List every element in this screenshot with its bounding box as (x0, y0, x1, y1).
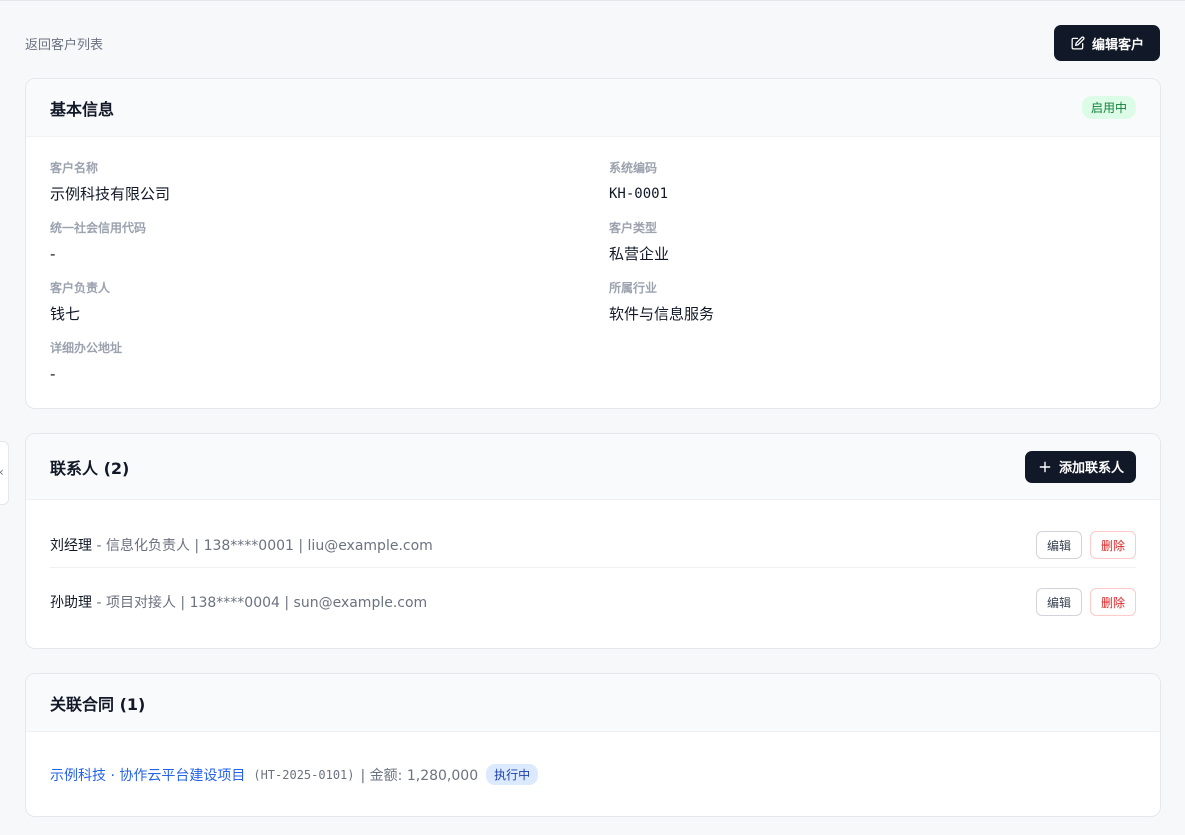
contact-row: 刘经理 - 信息化负责人 | 138****0001 | liu@example… (50, 527, 1136, 563)
field-value: 私营企业 (609, 245, 670, 263)
contract-row: 示例科技 · 协作云平台建设项目 (HT-2025-0101) | 金额: 1,… (50, 764, 539, 785)
contact-detail: - 项目对接人 | 138****0004 | sun@example.com (92, 595, 428, 611)
contact-detail: - 信息化负责人 | 138****0001 | liu@example.com (92, 538, 433, 554)
sidebar-expand-handle[interactable]: ‹ (0, 441, 9, 505)
field-label: 客户负责人 (50, 281, 111, 295)
edit-contact-button[interactable]: 编辑 (1035, 531, 1082, 559)
contracts-header: 关联合同 (1) (26, 674, 1160, 732)
page-toolbar: 返回客户列表 编辑客户 (25, 25, 1160, 61)
add-contact-button[interactable]: 添加联系人 (1024, 450, 1136, 483)
contacts-card: 联系人 (2) 添加联系人 刘经理 - 信息化负责人 | 138****0001… (25, 433, 1161, 649)
chevron-left-icon: ‹ (0, 465, 4, 479)
delete-contact-button[interactable]: 删除 (1089, 588, 1136, 616)
field-owner: 客户负责人 钱七 (50, 280, 110, 324)
edit-contact-button[interactable]: 编辑 (1035, 588, 1082, 616)
contact-actions: 编辑 删除 (1035, 531, 1136, 559)
field-value: 钱七 (50, 305, 81, 323)
edit-customer-button[interactable]: 编辑客户 (1053, 25, 1160, 61)
field-label: 所属行业 (609, 281, 658, 295)
edit-icon (1071, 36, 1085, 50)
field-value: - (50, 365, 56, 383)
contacts-title: 联系人 (2) (50, 458, 130, 478)
contact-name: 孙助理 (50, 595, 92, 611)
field-label: 客户名称 (50, 161, 99, 175)
basic-info-title: 基本信息 (50, 99, 115, 119)
field-label: 客户类型 (609, 221, 658, 235)
field-value: - (50, 245, 56, 263)
contracts-title: 关联合同 (1) (50, 694, 146, 714)
field-value: KH-0001 (609, 186, 669, 202)
edit-customer-label: 编辑客户 (1091, 37, 1144, 53)
contact-name: 刘经理 (50, 538, 92, 554)
contracts-card: 关联合同 (1) 示例科技 · 协作云平台建设项目 (HT-2025-0101)… (25, 673, 1161, 817)
field-label: 系统编码 (609, 161, 658, 175)
back-to-customer-list-link[interactable]: 返回客户列表 (25, 34, 103, 53)
field-customer-name: 客户名称 示例科技有限公司 (50, 160, 170, 204)
delete-contact-button[interactable]: 删除 (1089, 531, 1136, 559)
field-value: 示例科技有限公司 (50, 185, 171, 203)
basic-info-card: 基本信息 启用中 客户名称 示例科技有限公司 系统编码 KH-0001 统一社会… (25, 78, 1161, 409)
field-label: 详细办公地址 (50, 341, 123, 355)
contract-code: (HT-2025-0101) (253, 767, 355, 782)
contract-amount: | 金额: 1,280,000 (360, 767, 479, 784)
plus-icon (1039, 461, 1051, 472)
status-badge: 启用中 (1081, 96, 1136, 119)
field-credit-code: 统一社会信用代码 - (50, 220, 146, 264)
field-value: 软件与信息服务 (609, 305, 715, 323)
field-industry: 所属行业 软件与信息服务 (609, 280, 714, 324)
contact-actions: 编辑 删除 (1035, 588, 1136, 616)
contact-row: 孙助理 - 项目对接人 | 138****0004 | sun@example.… (50, 584, 1136, 620)
basic-info-header: 基本信息 启用中 (26, 79, 1160, 137)
add-contact-label: 添加联系人 (1058, 461, 1124, 476)
contact-info: 孙助理 - 项目对接人 | 138****0004 | sun@example.… (50, 592, 427, 612)
customer-detail-page: ‹ 返回客户列表 编辑客户 基本信息 启用中 客户名称 示例科技有限公司 系统编… (0, 0, 1185, 835)
contacts-header: 联系人 (2) 添加联系人 (26, 434, 1160, 500)
field-label: 统一社会信用代码 (50, 221, 147, 235)
field-customer-type: 客户类型 私营企业 (609, 220, 669, 264)
field-address: 详细办公地址 - (50, 340, 122, 384)
contract-status-badge: 执行中 (486, 764, 539, 785)
contact-info: 刘经理 - 信息化负责人 | 138****0001 | liu@example… (50, 535, 433, 555)
contract-name-link[interactable]: 示例科技 · 协作云平台建设项目 (50, 765, 245, 785)
field-system-code: 系统编码 KH-0001 (609, 160, 668, 204)
row-divider (50, 567, 1136, 568)
